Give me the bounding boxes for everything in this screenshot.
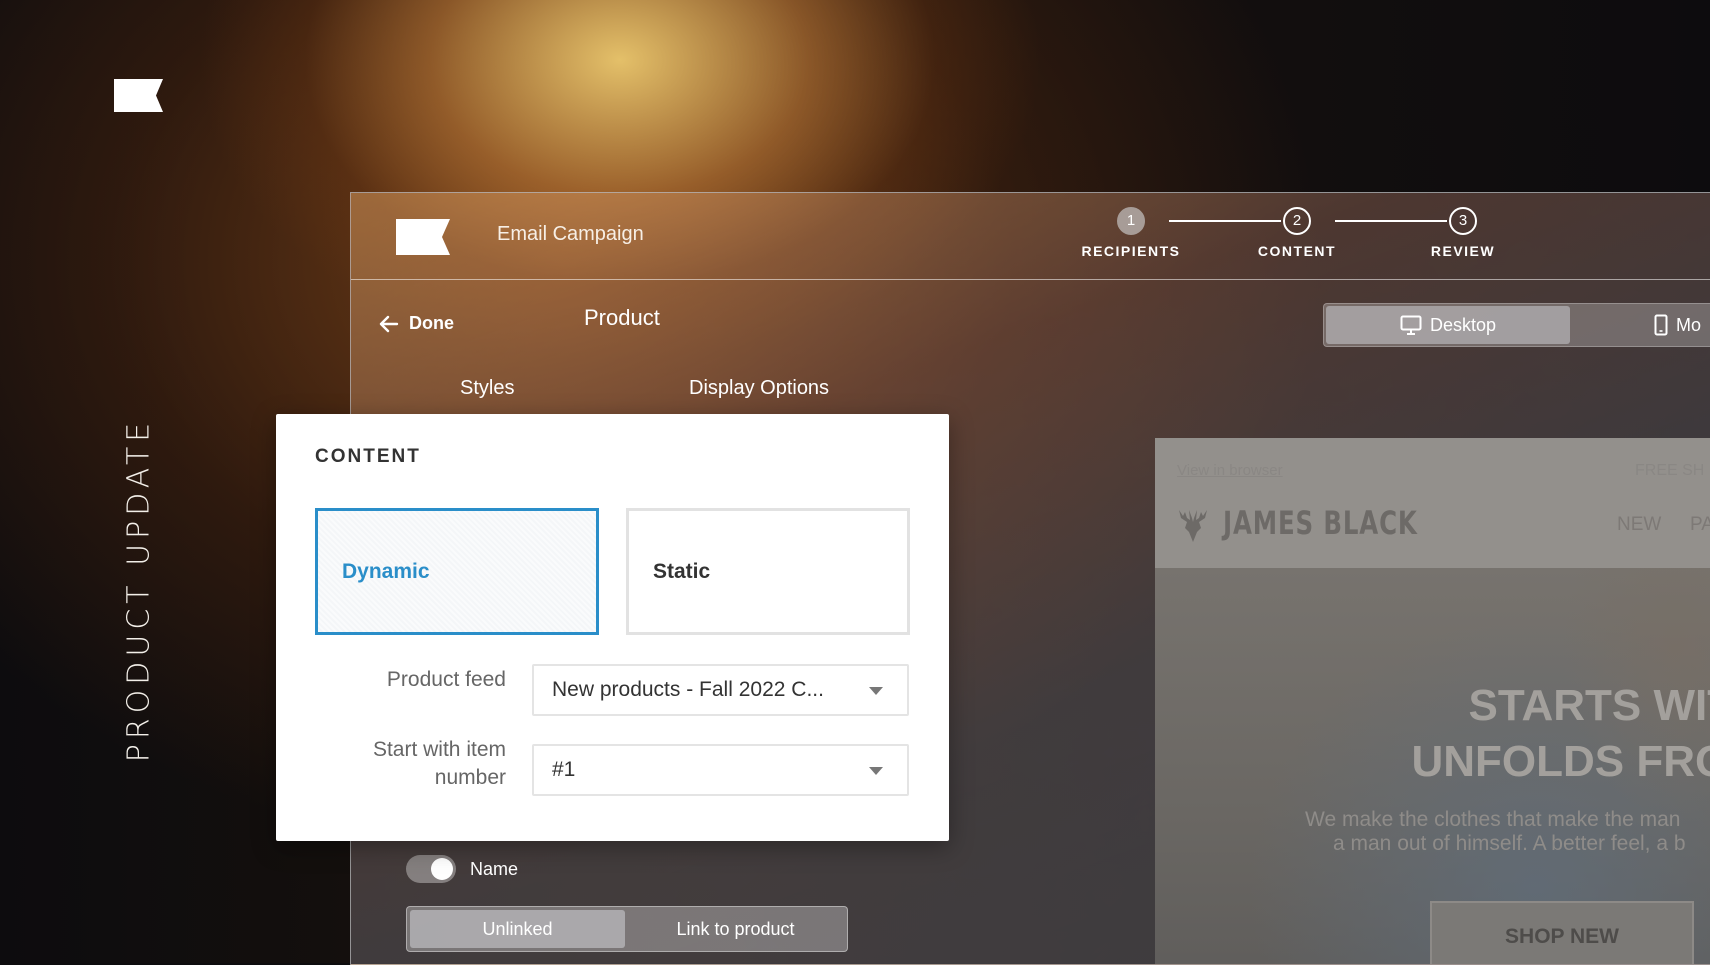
monitor-icon [1400,315,1422,335]
name-toggle-row: Name [406,855,518,883]
product-feed-label: Product feed [386,668,506,691]
hero-headline: STARTS WITH F UNFOLDS FROM T [1305,678,1710,790]
subtext-line-1: We make the clothes that make the man [1305,808,1681,831]
flag-logo-icon [114,79,163,112]
arrow-left-icon [379,315,399,332]
free-shipping-text: FREE SH [1635,462,1705,479]
done-label: Done [409,313,454,333]
unlinked-button[interactable]: Unlinked [410,910,625,948]
step-label: RECIPIENTS [1081,243,1181,259]
desktop-button[interactable]: Desktop [1326,306,1570,344]
product-feed-select[interactable]: New products - Fall 2022 C... [532,664,909,716]
subtext-line-2: a man out of himself. A better feel, a b [1333,832,1686,855]
tab-display-options[interactable]: Display Options [689,377,829,400]
product-feed-value: New products - Fall 2022 C... [552,678,824,701]
mobile-button[interactable]: Mo [1634,306,1701,344]
chevron-down-icon [869,767,883,775]
step-content[interactable]: 2 CONTENT [1237,207,1357,259]
step-review[interactable]: 3 REVIEW [1403,207,1523,259]
mobile-label: Mo [1676,314,1702,335]
chevron-down-icon [869,687,883,695]
done-button[interactable]: Done [379,313,454,334]
step-number: 3 [1449,207,1477,235]
app-header: Email Campaign 1 RECIPIENTS 2 CONTENT 3 … [351,193,1710,280]
step-label: CONTENT [1257,243,1337,259]
name-toggle-switch[interactable] [406,855,456,883]
app-title: Email Campaign [497,223,644,245]
step-number: 2 [1283,207,1311,235]
step-number: 1 [1117,207,1145,235]
popup-title: CONTENT [315,446,421,467]
toggle-knob [431,858,453,880]
headline-line-2: UNFOLDS FROM T [1411,737,1710,786]
phone-icon [1654,314,1668,336]
email-header: View in browser FREE SH JAMES BLACK NEW … [1155,438,1710,568]
start-item-select[interactable]: #1 [532,744,909,796]
content-popup: CONTENT Dynamic Static Product feed New … [276,414,949,841]
email-preview: View in browser FREE SH JAMES BLACK NEW … [1155,438,1710,964]
hero-image: STARTS WITH F UNFOLDS FROM T We make the… [1155,568,1710,964]
start-item-label-line-2: number [434,766,506,789]
nav-new-link[interactable]: NEW [1617,514,1661,536]
hero-subtext: We make the clothes that make the man a … [1305,808,1686,856]
step-progress: 1 RECIPIENTS 2 CONTENT 3 REVIEW [1071,207,1494,267]
start-item-value: #1 [552,758,576,781]
stag-icon [1179,510,1207,542]
product-update-title: PRODUCT UPDATE [121,417,157,763]
device-toggle: Desktop Mo [1323,303,1710,347]
tab-styles[interactable]: Styles [460,377,514,400]
link-segment-control: Unlinked Link to product [406,906,848,952]
app-logo-icon [396,219,450,255]
step-label: REVIEW [1430,243,1496,259]
desktop-label: Desktop [1429,314,1497,335]
step-recipients[interactable]: 1 RECIPIENTS [1071,207,1191,259]
dynamic-option[interactable]: Dynamic [315,508,599,635]
static-option[interactable]: Static [626,508,910,635]
nav-pa-link[interactable]: PA [1690,514,1710,536]
shop-new-button[interactable]: SHOP NEW [1430,901,1694,964]
james-black-logo: JAMES BLACK [1175,502,1452,544]
start-item-label: Start with item number [373,736,506,792]
start-item-label-line-1: Start with item [372,738,506,761]
headline-line-1: STARTS WITH F [1468,681,1710,730]
name-toggle-label: Name [470,858,519,879]
panel-title: Product [584,305,660,330]
view-in-browser-link[interactable]: View in browser [1177,462,1283,479]
brand-name: JAMES BLACK [1223,504,1418,542]
link-to-product-button[interactable]: Link to product [627,910,844,948]
